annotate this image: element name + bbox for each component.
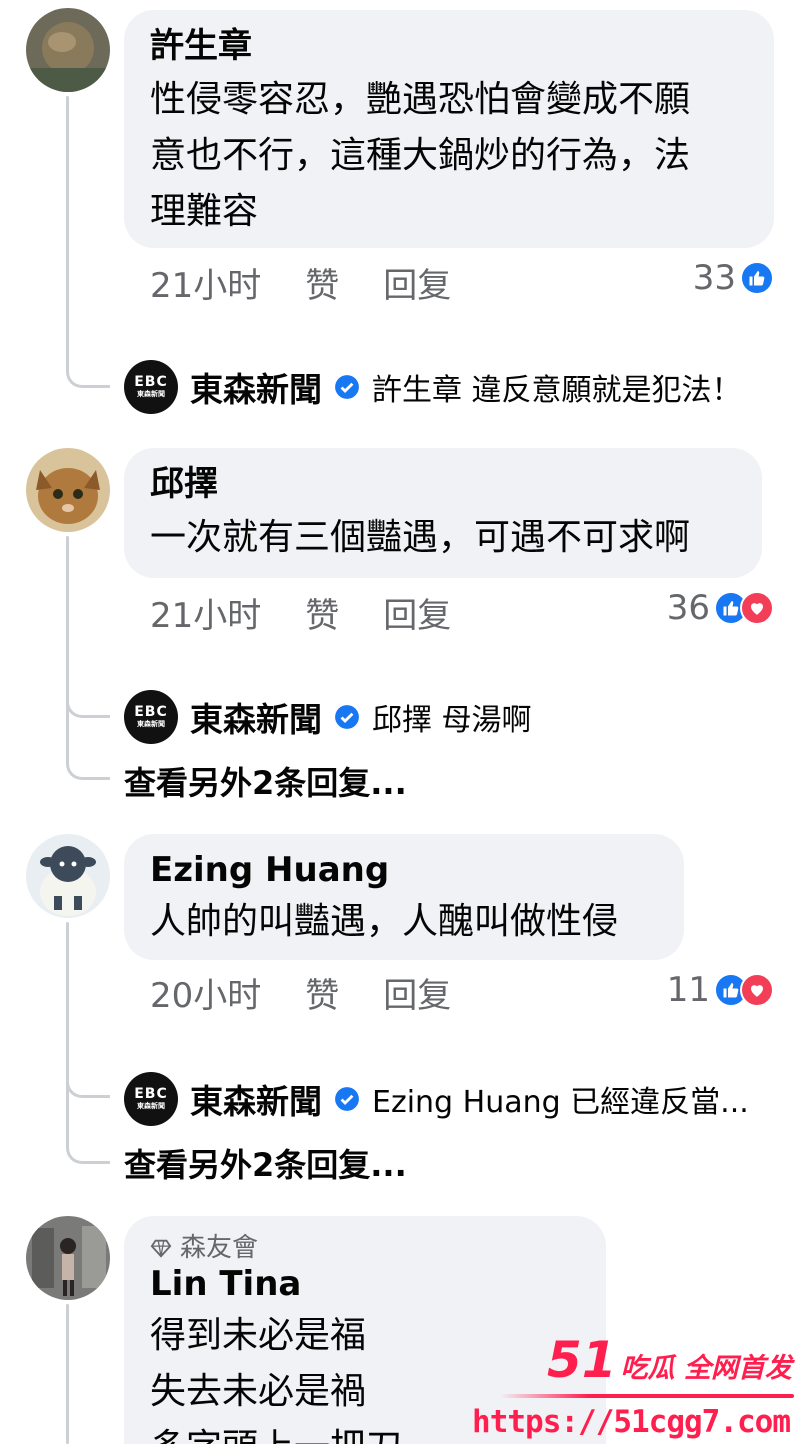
avatar[interactable] (26, 1216, 110, 1300)
comment-text: 人帥的叫豔遇，人醜叫做性侵 (150, 894, 658, 950)
reply-button[interactable]: 回复 (383, 266, 451, 306)
comment-text-line: 性侵零容忍，艷遇恐怕會變成不願 (150, 79, 691, 120)
page-avatar[interactable]: EBC 東森新聞 (124, 1072, 178, 1126)
verified-badge-icon (335, 375, 359, 399)
page-reply[interactable]: EBC 東森新聞 東森新聞 邱擇 母湯啊 (124, 690, 532, 744)
thread-line (66, 96, 69, 326)
page-avatar-logo: EBC (134, 1086, 168, 1102)
comment-time[interactable]: 21小时 (150, 596, 261, 636)
comment-actions: 21小时 赞 回复 (150, 266, 451, 306)
watermark-url: https://51cgg7.com (472, 1404, 791, 1440)
reply-button[interactable]: 回复 (383, 596, 451, 636)
reaction-summary[interactable]: 11 (667, 970, 774, 1010)
reaction-count: 11 (666, 970, 710, 1010)
page-reply[interactable]: EBC 東森新聞 東森新聞 Ezing Huang 已經違反當... (124, 1072, 749, 1126)
fan-badge-label: 森友會 (180, 1233, 259, 1263)
view-more-replies-link[interactable]: 查看另外2条回复... (124, 1140, 407, 1186)
page-name[interactable]: 東森新聞 (190, 693, 322, 741)
comment-bubble: 邱擇 一次就有三個豔遇，可遇不可求啊 (124, 448, 762, 578)
verified-badge-icon (335, 1087, 359, 1111)
verified-badge-icon (335, 705, 359, 729)
page-avatar-logo: EBC (134, 374, 168, 390)
reaction-summary[interactable]: 36 (667, 588, 774, 628)
page-name[interactable]: 東森新聞 (190, 363, 322, 411)
reaction-count: 33 (692, 258, 736, 298)
reply-text: 邱擇 母湯啊 (372, 703, 532, 738)
watermark-number: 51 (547, 1331, 617, 1389)
like-button[interactable]: 赞 (305, 266, 339, 306)
page-avatar-sub: 東森新聞 (137, 1102, 165, 1110)
page-avatar-logo: EBC (134, 704, 168, 720)
thread-line (66, 536, 69, 676)
thread-line (66, 1304, 69, 1444)
watermark-text: 吃瓜 全网首发 (620, 1353, 792, 1384)
like-button[interactable]: 赞 (305, 596, 339, 636)
comment-author[interactable]: 許生章 (150, 26, 748, 66)
comment-time[interactable]: 20小时 (150, 976, 261, 1016)
comment-bubble: 許生章 性侵零容忍，艷遇恐怕會變成不願 意也不行，這種大鍋炒的行為，法 理難容 (124, 10, 774, 248)
diamond-icon (150, 1239, 172, 1258)
reaction-count: 36 (666, 588, 710, 628)
reply-connector (66, 320, 110, 388)
watermark-brand: 51 吃瓜 全网首发 (547, 1332, 792, 1388)
avatar[interactable] (26, 834, 110, 918)
comment-text: 一次就有三個豔遇，可遇不可求啊 (150, 510, 736, 566)
comment-actions: 21小时 赞 回复 (150, 596, 451, 636)
reaction-summary[interactable]: 33 (693, 258, 774, 298)
comment-actions: 20小时 赞 回复 (150, 976, 451, 1016)
page-reply[interactable]: EBC 東森新聞 東森新聞 許生章 違反意願就是犯法！ (124, 360, 742, 414)
more-replies-connector (66, 700, 110, 780)
comment-time[interactable]: 21小时 (150, 266, 261, 306)
comment-author[interactable]: 邱擇 (150, 464, 736, 504)
comment-author[interactable]: Lin Tina (150, 1264, 580, 1304)
comment-text-line: 人帥的叫豔遇，人醜叫做性侵 (150, 901, 619, 942)
site-watermark: 51 吃瓜 全网首发 https://51cgg7.com (472, 1332, 794, 1442)
view-more-replies-link[interactable]: 查看另外2条回复... (124, 758, 407, 804)
comment-text-line: 一次就有三個豔遇，可遇不可求啊 (150, 517, 691, 558)
comment-bubble: Ezing Huang 人帥的叫豔遇，人醜叫做性侵 (124, 834, 684, 960)
reply-button[interactable]: 回复 (383, 976, 451, 1016)
avatar[interactable] (26, 448, 110, 532)
reply-text: Ezing Huang 已經違反當... (372, 1085, 749, 1120)
more-replies-connector (66, 1080, 110, 1164)
love-reaction-icon (740, 973, 774, 1007)
comment-author[interactable]: Ezing Huang (150, 850, 658, 890)
page-name[interactable]: 東森新聞 (190, 1075, 322, 1123)
comment-text-line: 意也不行，這種大鍋炒的行為，法 (150, 135, 691, 176)
reply-text: 許生章 違反意願就是犯法！ (372, 373, 742, 408)
like-reaction-icon (740, 261, 774, 295)
page-avatar-sub: 東森新聞 (137, 720, 165, 728)
love-reaction-icon (740, 591, 774, 625)
avatar[interactable] (26, 8, 110, 92)
page-avatar[interactable]: EBC 東森新聞 (124, 690, 178, 744)
comment-text-line: 理難容 (150, 191, 259, 232)
fan-badge: 森友會 (150, 1232, 580, 1264)
watermark-underline (500, 1394, 794, 1398)
comment-text: 性侵零容忍，艷遇恐怕會變成不願 意也不行，這種大鍋炒的行為，法 理難容 (150, 72, 748, 240)
page-avatar[interactable]: EBC 東森新聞 (124, 360, 178, 414)
thread-line (66, 922, 69, 1058)
like-button[interactable]: 赞 (305, 976, 339, 1016)
page-avatar-sub: 東森新聞 (137, 390, 165, 398)
